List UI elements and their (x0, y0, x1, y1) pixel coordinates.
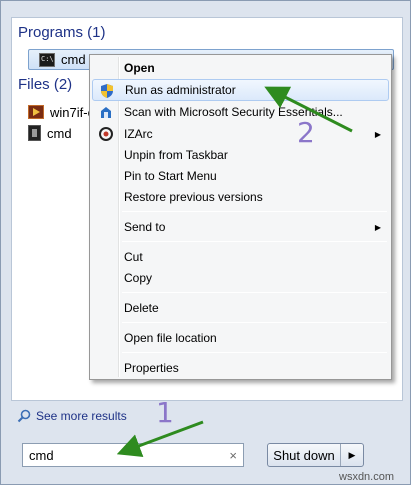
file-result-win7if[interactable]: win7if-c (28, 102, 94, 122)
programs-group-header[interactable]: Programs (1) (18, 24, 106, 41)
files-group-header[interactable]: Files (2) (18, 76, 72, 93)
menu-item-label: IZArc (124, 127, 153, 141)
see-more-results-link[interactable]: See more results (17, 407, 127, 425)
menu-item-scan-security-essentials[interactable]: Scan with Microsoft Security Essentials.… (92, 101, 389, 123)
file-result-label: cmd (47, 125, 72, 141)
submenu-arrow-icon: ▶ (374, 129, 381, 139)
menu-item-izarc[interactable]: IZArc ▶ (92, 123, 389, 145)
security-essentials-icon (101, 107, 111, 118)
menu-item-open-file-location[interactable]: Open file location (92, 327, 389, 349)
menu-item-label: Run as administrator (125, 83, 236, 97)
program-result-label: cmd (61, 52, 86, 67)
search-value: cmd (29, 447, 54, 463)
start-search-input[interactable]: cmd × (22, 443, 244, 467)
menu-item-copy[interactable]: Copy (92, 267, 389, 289)
menu-item-properties[interactable]: Properties (92, 357, 389, 379)
menu-item-pin-to-start-menu[interactable]: Pin to Start Menu (92, 165, 389, 187)
media-file-icon (28, 105, 44, 119)
menu-item-unpin-from-taskbar[interactable]: Unpin from Taskbar (92, 144, 389, 166)
see-more-label: See more results (36, 409, 127, 423)
menu-separator (122, 241, 387, 242)
menu-item-label: Send to (124, 220, 166, 234)
menu-item-label: Pin to Start Menu (124, 169, 217, 183)
menu-item-label: Delete (124, 301, 159, 315)
clear-search-icon[interactable]: × (229, 448, 237, 463)
video-file-icon (28, 125, 41, 141)
menu-item-cut[interactable]: Cut (92, 246, 389, 268)
magnifier-icon (17, 409, 31, 423)
menu-item-label: Copy (124, 271, 153, 285)
cmd-icon (39, 52, 55, 67)
shutdown-button-group: Shut down ▶ (267, 443, 364, 467)
menu-item-label: Open (124, 61, 155, 75)
menu-item-delete[interactable]: Delete (92, 297, 389, 319)
menu-item-label: Open file location (124, 331, 217, 345)
menu-item-label: Cut (124, 250, 143, 264)
uac-shield-icon (101, 84, 113, 98)
shutdown-options-arrow-icon[interactable]: ▶ (341, 444, 363, 466)
annotation-step-1: 1 (156, 396, 174, 429)
menu-item-send-to[interactable]: Send to ▶ (92, 216, 389, 238)
watermark: wsxdn.com (339, 471, 395, 483)
menu-item-label: Restore previous versions (124, 190, 263, 204)
menu-item-run-as-administrator[interactable]: Run as administrator (92, 79, 389, 101)
annotation-step-2: 2 (297, 116, 315, 149)
menu-item-label: Properties (124, 361, 179, 375)
izarc-icon (99, 127, 113, 141)
menu-separator (122, 322, 387, 323)
menu-separator (122, 352, 387, 353)
menu-separator (122, 211, 387, 212)
menu-item-label: Unpin from Taskbar (124, 148, 228, 162)
context-menu: Open Run as administrator Scan with Micr… (89, 54, 392, 380)
submenu-arrow-icon: ▶ (374, 222, 381, 232)
shutdown-button[interactable]: Shut down (268, 444, 341, 466)
file-result-label: win7if-c (50, 104, 95, 120)
menu-item-open[interactable]: Open (92, 57, 389, 79)
file-result-cmd[interactable]: cmd (28, 123, 72, 143)
menu-separator (122, 292, 387, 293)
menu-item-restore-previous-versions[interactable]: Restore previous versions (92, 186, 389, 208)
